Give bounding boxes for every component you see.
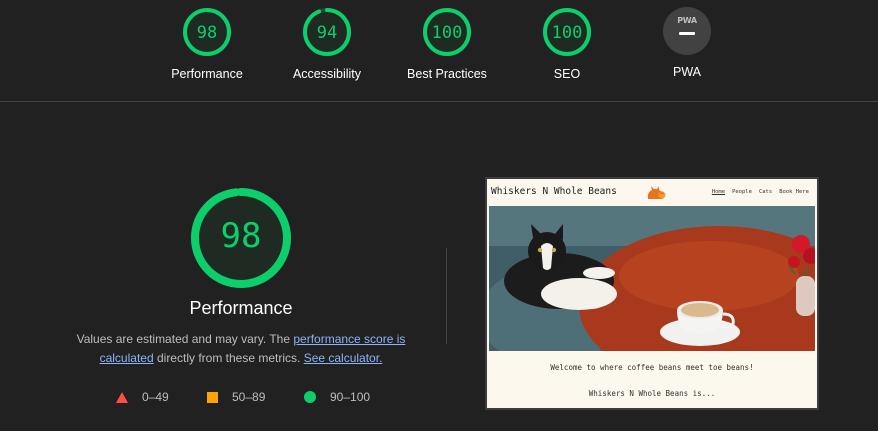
legend-range: 90–100 bbox=[330, 390, 371, 404]
lighthouse-report: 98 Performance 94 Accessibility 100 Best… bbox=[0, 0, 878, 431]
pwa-badge-text: PWA bbox=[677, 16, 697, 25]
gauge-label: PWA bbox=[672, 65, 701, 79]
legend-fail: 0–49 bbox=[116, 390, 169, 404]
gauge-label: Best Practices bbox=[407, 67, 487, 81]
performance-main-gauge: 98 bbox=[189, 186, 293, 290]
gauge-seo[interactable]: 100 SEO bbox=[507, 7, 627, 81]
gauge-pwa[interactable]: PWA PWA bbox=[627, 7, 747, 79]
gauge-label: Performance bbox=[171, 67, 243, 81]
gauge-best-practices[interactable]: 100 Best Practices bbox=[387, 7, 507, 81]
legend-range: 50–89 bbox=[232, 390, 266, 404]
pwa-badge-icon: PWA bbox=[663, 7, 711, 55]
pwa-dash bbox=[679, 32, 695, 35]
score-legend: 0–49 50–89 90–100 bbox=[0, 390, 480, 406]
page-screenshot-thumbnail[interactable]: Whiskers N Whole Beans Home People Cats … bbox=[485, 177, 819, 410]
site-intro: Whiskers N Whole Beans is... bbox=[588, 389, 716, 398]
performance-heading: Performance bbox=[189, 298, 293, 318]
gauge-score: 98 bbox=[196, 23, 218, 43]
pass-circle-icon bbox=[304, 391, 316, 403]
fail-triangle-icon bbox=[116, 391, 128, 403]
cat-logo-icon bbox=[647, 186, 666, 199]
legend-average: 50–89 bbox=[207, 390, 265, 404]
site-nav-home: Home bbox=[711, 189, 726, 195]
gauge-label: SEO bbox=[553, 67, 581, 81]
gauge-score: 100 bbox=[431, 23, 463, 43]
site-tagline: Welcome to where coffee beans meet toe b… bbox=[550, 363, 754, 372]
cat-coffee-hero-image bbox=[489, 206, 815, 351]
gauge-score: 94 bbox=[316, 23, 338, 43]
section-divider bbox=[446, 248, 447, 344]
site-nav: Home People Cats Book Here bbox=[712, 189, 809, 195]
performance-description: Values are estimated and may vary. The p… bbox=[62, 330, 420, 368]
main-score: 98 bbox=[220, 216, 262, 256]
site-nav-book: Book Here bbox=[779, 189, 809, 195]
see-calculator-link[interactable]: See calculator. bbox=[304, 351, 383, 365]
desc-text: directly from these metrics. bbox=[153, 351, 304, 365]
gauge-label: Accessibility bbox=[292, 67, 362, 81]
site-nav-cats: Cats bbox=[758, 189, 773, 195]
category-gauges: 98 Performance 94 Accessibility 100 Best… bbox=[0, 0, 878, 101]
site-title: Whiskers N Whole Beans bbox=[491, 186, 617, 197]
average-square-icon bbox=[207, 391, 218, 403]
gauge-performance[interactable]: 98 Performance bbox=[147, 7, 267, 81]
legend-range: 0–49 bbox=[142, 390, 169, 404]
gauge-score: 100 bbox=[551, 23, 583, 43]
site-header: Whiskers N Whole Beans Home People Cats … bbox=[487, 179, 817, 206]
gauge-accessibility[interactable]: 94 Accessibility bbox=[267, 7, 387, 81]
hero-illustration bbox=[489, 206, 815, 351]
legend-pass: 90–100 bbox=[304, 390, 370, 404]
header-divider bbox=[0, 101, 878, 102]
desc-text: Values are estimated and may vary. The bbox=[76, 332, 294, 346]
site-nav-people: People bbox=[732, 189, 752, 195]
